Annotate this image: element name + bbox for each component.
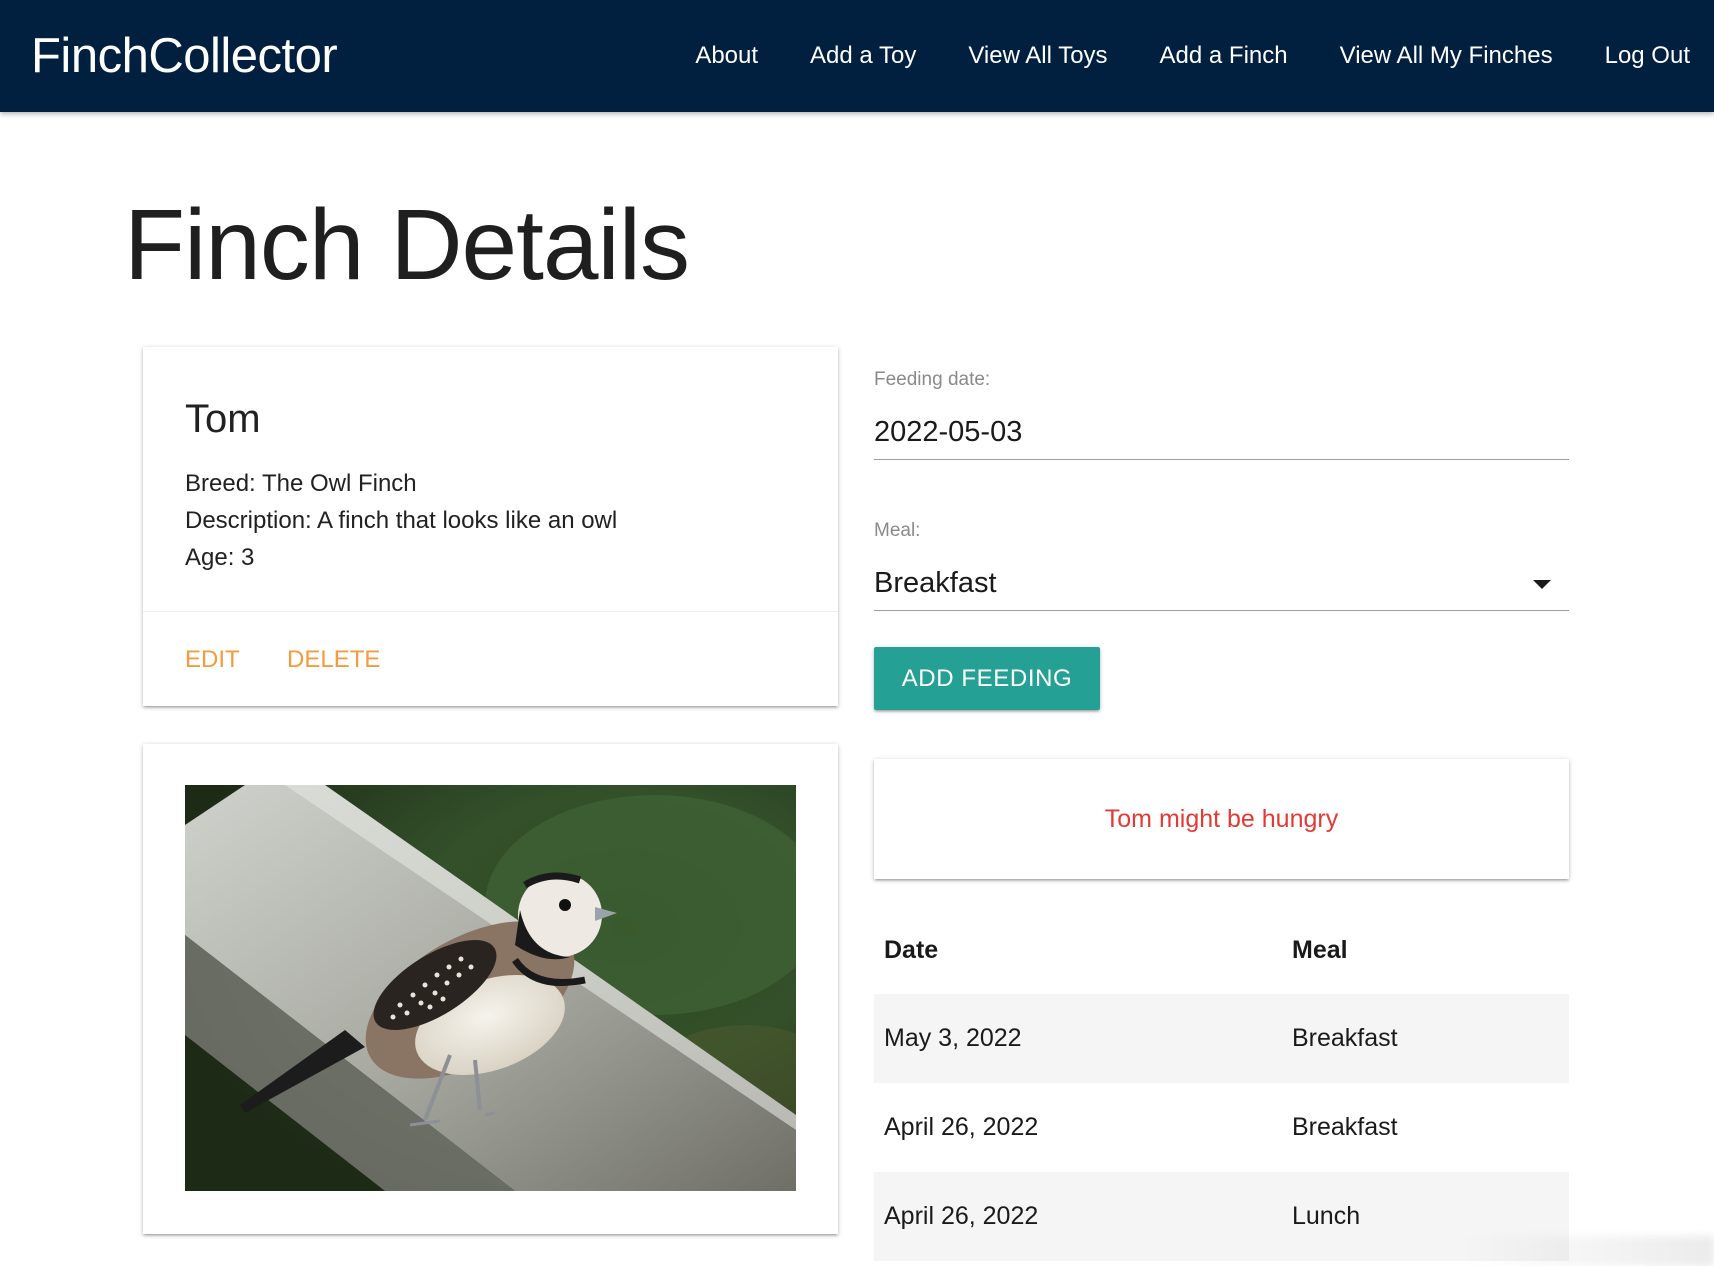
table-header-meal: Meal — [1292, 935, 1348, 964]
finch-details-card: Tom Breed: The Owl Finch Description: A … — [143, 347, 838, 706]
table-cell-date: April 26, 2022 — [884, 1113, 1039, 1141]
top-navbar: FinchCollector About Add a Toy View All … — [0, 0, 1714, 112]
delete-button[interactable]: DELETE — [287, 645, 380, 675]
nav-link-about[interactable]: About — [669, 0, 784, 112]
nav-link-add-toy[interactable]: Add a Toy — [784, 0, 942, 112]
page-title: Finch Details — [124, 189, 690, 301]
finch-photo-card — [143, 744, 838, 1234]
feedings-table: Date Meal May 3, 2022 Breakfast April 26… — [874, 906, 1569, 1261]
nav-link-view-all-finches[interactable]: View All My Finches — [1314, 0, 1579, 112]
feeding-date-label: Feeding date: — [874, 369, 991, 390]
hunger-status-card: Tom might be hungry — [874, 759, 1569, 879]
owl-finch-photo — [185, 785, 796, 1191]
add-feeding-button[interactable]: ADD FEEDING — [874, 647, 1100, 710]
finch-description: Description: A finch that looks like an … — [185, 507, 618, 534]
nav-link-add-finch[interactable]: Add a Finch — [1134, 0, 1314, 112]
table-row: April 26, 2022 Breakfast — [874, 1083, 1569, 1172]
finch-breed: Breed: The Owl Finch — [185, 470, 417, 497]
nav-links: About Add a Toy View All Toys Add a Finc… — [669, 0, 1714, 112]
finch-details-content: Tom Breed: The Owl Finch Description: A … — [185, 395, 796, 576]
table-cell-meal: Breakfast — [1292, 1113, 1398, 1141]
hunger-status-message: Tom might be hungry — [1104, 805, 1339, 833]
table-header-date: Date — [884, 935, 939, 964]
table-row: May 3, 2022 Breakfast — [874, 994, 1569, 1083]
finch-age: Age: 3 — [185, 544, 255, 571]
table-cell-meal: Breakfast — [1292, 1024, 1398, 1052]
meal-label: Meal: — [874, 520, 921, 541]
meal-select[interactable]: Breakfast — [874, 563, 1569, 611]
nav-link-log-out[interactable]: Log Out — [1579, 0, 1714, 112]
edit-button[interactable]: EDIT — [185, 645, 240, 675]
table-cell-date: April 26, 2022 — [884, 1202, 1039, 1230]
owl-finch-photo-icon — [185, 785, 796, 1191]
finch-name: Tom — [185, 397, 261, 441]
table-cell-date: May 3, 2022 — [884, 1024, 1022, 1052]
card-actions: EDIT DELETE — [143, 611, 838, 706]
feeding-date-input[interactable]: 2022-05-03 — [874, 412, 1569, 460]
caret-down-icon — [1533, 580, 1551, 589]
meal-select-value: Breakfast — [874, 567, 997, 599]
nav-link-view-all-toys[interactable]: View All Toys — [942, 0, 1133, 112]
brand-logo-link[interactable]: FinchCollector — [31, 26, 338, 86]
table-header-row: Date Meal — [874, 906, 1569, 994]
